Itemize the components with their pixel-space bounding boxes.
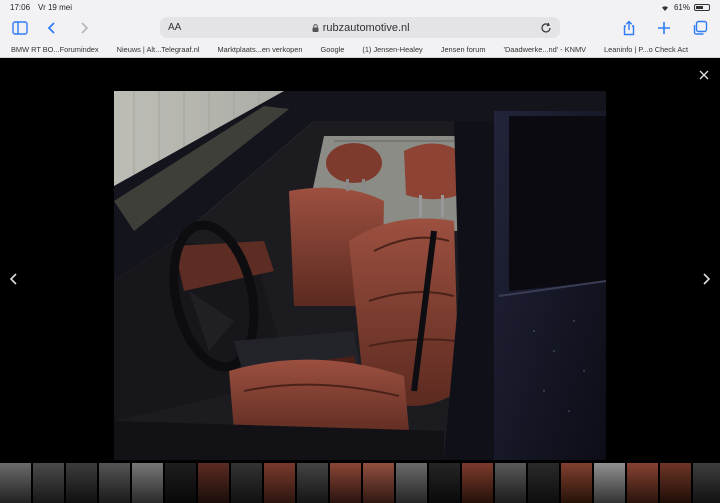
back-button[interactable] bbox=[40, 16, 64, 40]
thumbnail[interactable] bbox=[330, 463, 361, 503]
lock-icon bbox=[312, 23, 319, 32]
sidebar-button[interactable] bbox=[8, 16, 32, 40]
thumbnail[interactable] bbox=[627, 463, 658, 503]
thumbnail[interactable] bbox=[462, 463, 493, 503]
thumbnail[interactable] bbox=[99, 463, 130, 503]
bookmark-item[interactable]: 'Daadwerke...nd' - KNMV bbox=[493, 45, 594, 54]
wifi-icon bbox=[661, 5, 668, 11]
bookmark-item[interactable]: Nieuws | Alt...Telegraaf.nl bbox=[106, 45, 207, 54]
chevron-right-icon bbox=[81, 22, 89, 34]
text-size-button[interactable]: AA bbox=[168, 22, 181, 33]
bookmark-item[interactable]: Google bbox=[310, 45, 352, 54]
sidebar-icon bbox=[12, 21, 28, 35]
thumbnail[interactable] bbox=[297, 463, 328, 503]
bookmark-item[interactable]: (1) Jensen-Healey bbox=[351, 45, 429, 54]
chevron-right-icon[interactable] bbox=[700, 272, 712, 286]
bookmarks-bar: BMW RT BO...Forumindex Nieuws | Alt...Te… bbox=[0, 42, 720, 58]
thumbnail[interactable] bbox=[132, 463, 163, 503]
chevron-left-icon bbox=[47, 22, 55, 34]
status-bar: 17:06 Vr 19 mei 61% bbox=[0, 0, 720, 14]
bookmark-item[interactable]: Leaninfo | P...o Check Act bbox=[593, 45, 695, 54]
thumbnail[interactable] bbox=[198, 463, 229, 503]
battery-percent: 61% bbox=[673, 2, 690, 12]
thumbnail[interactable] bbox=[165, 463, 196, 503]
thumbnail[interactable] bbox=[561, 463, 592, 503]
address-bar[interactable]: AA rubzautomotive.nl bbox=[160, 17, 560, 38]
thumbnail[interactable] bbox=[693, 463, 720, 503]
main-photo bbox=[114, 91, 606, 460]
plus-icon bbox=[658, 22, 670, 34]
close-icon[interactable] bbox=[698, 69, 710, 81]
chevron-left-icon[interactable] bbox=[8, 272, 20, 286]
browser-toolbar: AA rubzautomotive.nl bbox=[0, 14, 720, 42]
tabs-icon bbox=[693, 20, 708, 35]
thumbnail[interactable] bbox=[66, 463, 97, 503]
battery-fill bbox=[696, 5, 704, 9]
thumbnail[interactable] bbox=[528, 463, 559, 503]
thumbnail[interactable] bbox=[363, 463, 394, 503]
photo-lightbox bbox=[0, 59, 720, 503]
thumbnail[interactable] bbox=[264, 463, 295, 503]
thumbnail[interactable] bbox=[33, 463, 64, 503]
battery-icon bbox=[694, 3, 710, 11]
thumbnail[interactable] bbox=[0, 463, 31, 503]
thumbnail-strip bbox=[0, 463, 720, 503]
bookmark-item[interactable]: Marktplaats...en verkopen bbox=[206, 45, 309, 54]
status-date: Vr 19 mei bbox=[38, 2, 72, 12]
share-icon bbox=[623, 20, 635, 36]
status-time: 17:06 bbox=[10, 2, 31, 12]
thumbnail[interactable] bbox=[495, 463, 526, 503]
thumbnail[interactable] bbox=[231, 463, 262, 503]
thumbnail[interactable] bbox=[429, 463, 460, 503]
car-interior-photo bbox=[114, 91, 606, 460]
bookmark-item[interactable]: BMW RT BO...Forumindex bbox=[0, 45, 106, 54]
thumbnail[interactable] bbox=[396, 463, 427, 503]
reload-icon[interactable] bbox=[540, 22, 552, 34]
new-tab-button[interactable] bbox=[652, 16, 676, 40]
thumbnail[interactable] bbox=[594, 463, 625, 503]
thumbnail[interactable] bbox=[660, 463, 691, 503]
bookmark-item[interactable]: Jensen forum bbox=[430, 45, 493, 54]
url-text: rubzautomotive.nl bbox=[322, 21, 410, 34]
share-button[interactable] bbox=[617, 16, 641, 40]
forward-button[interactable] bbox=[72, 16, 96, 40]
tabs-button[interactable] bbox=[688, 16, 712, 40]
